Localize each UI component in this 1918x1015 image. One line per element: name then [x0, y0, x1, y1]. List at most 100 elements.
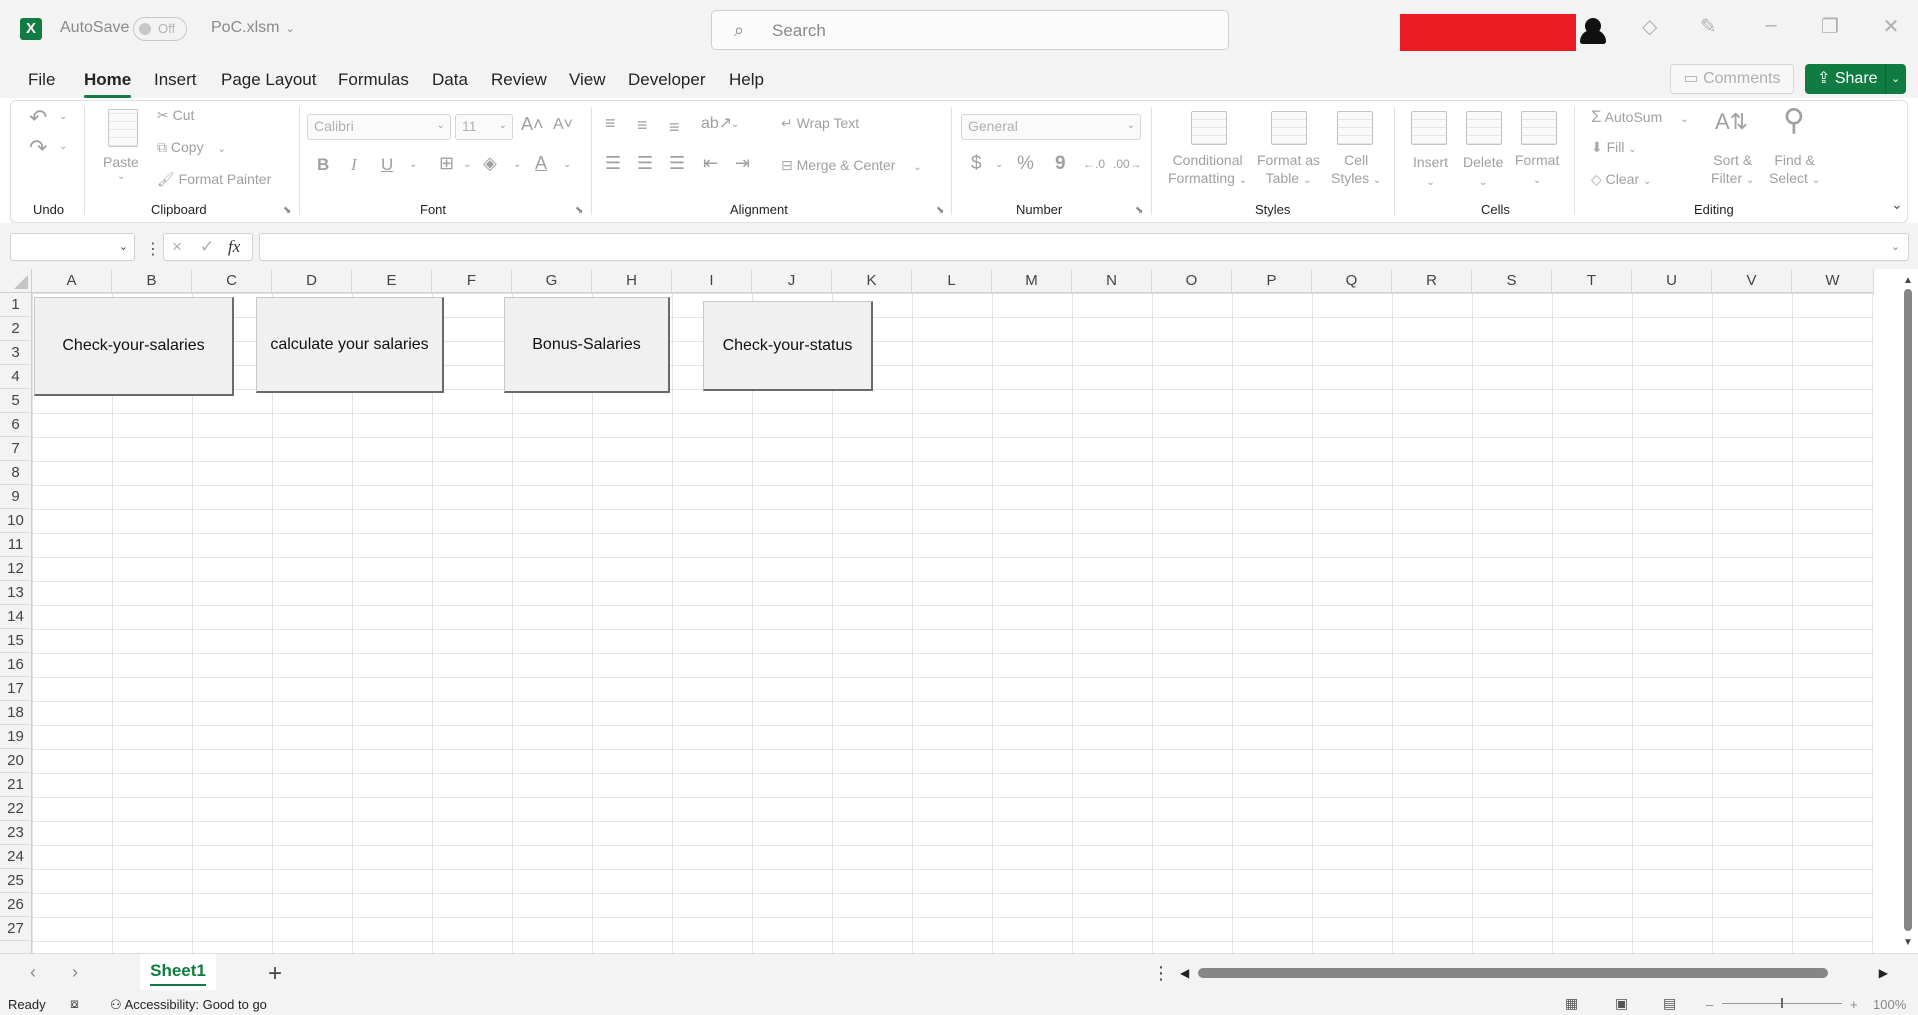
comma-button[interactable]: 9	[1055, 153, 1066, 175]
diamond-icon[interactable]: ◇	[1642, 14, 1657, 39]
insert-cells-button[interactable]: Insert ⌄	[1413, 153, 1448, 192]
enter-icon[interactable]: ✓	[200, 237, 214, 257]
align-center-icon[interactable]: ☰	[637, 153, 653, 174]
chevron-down-icon[interactable]: ⌄	[995, 159, 1003, 170]
zoom-slider-thumb[interactable]	[1781, 998, 1783, 1008]
column-header[interactable]: N	[1072, 269, 1152, 293]
increase-font-icon[interactable]: A˄	[521, 114, 544, 135]
row-header[interactable]: 10	[0, 509, 31, 533]
page-break-view-icon[interactable]: ▤	[1663, 995, 1676, 1012]
check-your-status-button[interactable]: Check-your-status	[703, 301, 873, 391]
share-button[interactable]: ⇪ Share ⌄	[1805, 64, 1906, 94]
accessibility-status[interactable]: ⚇ Accessibility: Good to go	[110, 997, 267, 1013]
align-right-icon[interactable]: ☰	[669, 153, 685, 174]
more-options-icon[interactable]: ⋮	[145, 239, 161, 259]
tab-data[interactable]: Data	[432, 70, 468, 90]
conditional-formatting-icon[interactable]	[1191, 111, 1227, 145]
zoom-in-icon[interactable]: +	[1850, 997, 1858, 1012]
redo-icon[interactable]: ↷	[29, 135, 47, 161]
tab-view[interactable]: View	[569, 70, 606, 90]
column-header[interactable]: I	[672, 269, 752, 293]
column-header[interactable]: E	[352, 269, 432, 293]
cell-styles-icon[interactable]	[1337, 111, 1373, 145]
font-name-dropdown[interactable]: Calibri ⌄	[307, 114, 451, 140]
search-box[interactable]: ⌕	[711, 10, 1229, 50]
insert-function-icon[interactable]: fx	[228, 237, 240, 257]
delete-cells-button[interactable]: Delete ⌄	[1463, 153, 1503, 192]
page-layout-view-icon[interactable]: ▣	[1615, 995, 1628, 1012]
vertical-scrollbar[interactable]: ▲ ▼	[1898, 269, 1918, 953]
tab-formulas[interactable]: Formulas	[338, 70, 409, 90]
row-header[interactable]: 4	[0, 365, 31, 389]
column-header[interactable]: L	[912, 269, 992, 293]
comments-button[interactable]: ▭ Comments	[1670, 64, 1794, 94]
row-header[interactable]: 16	[0, 653, 31, 677]
chevron-down-icon[interactable]: ⌄	[513, 159, 521, 170]
column-header[interactable]: S	[1472, 269, 1552, 293]
row-header[interactable]: 15	[0, 629, 31, 653]
expand-formula-icon[interactable]: ⌄	[1891, 240, 1900, 253]
zoom-out-icon[interactable]: –	[1706, 997, 1713, 1012]
tab-page-layout[interactable]: Page Layout	[221, 70, 316, 90]
row-header[interactable]: 27	[0, 917, 31, 941]
cancel-icon[interactable]: ×	[172, 237, 182, 257]
format-as-table-icon[interactable]	[1271, 111, 1307, 145]
restore-icon[interactable]: ❐	[1815, 14, 1845, 39]
scroll-up-icon[interactable]: ▲	[1903, 275, 1913, 286]
tab-review[interactable]: Review	[491, 70, 547, 90]
column-header[interactable]: B	[112, 269, 192, 293]
row-header[interactable]: 20	[0, 749, 31, 773]
borders-icon[interactable]: ⊞	[439, 153, 454, 174]
find-select-icon[interactable]: ⚲	[1783, 103, 1805, 138]
increase-indent-icon[interactable]: ⇥	[735, 153, 750, 174]
scroll-right-icon[interactable]: ▶	[1879, 966, 1888, 980]
decrease-indent-icon[interactable]: ⇤	[703, 153, 718, 174]
autosave-toggle[interactable]: Off	[133, 17, 187, 41]
tab-insert[interactable]: Insert	[154, 70, 197, 90]
cut-button[interactable]: ✂ Cut	[157, 107, 194, 124]
dialog-launcher-icon[interactable]: ⬊	[1135, 205, 1143, 216]
row-header[interactable]: 7	[0, 437, 31, 461]
delete-cells-icon[interactable]	[1466, 111, 1502, 145]
chevron-down-icon[interactable]: ⌄	[731, 119, 739, 130]
collapse-ribbon-icon[interactable]: ⌄	[1891, 196, 1903, 213]
column-header[interactable]: Q	[1312, 269, 1392, 293]
dialog-launcher-icon[interactable]: ⬊	[283, 205, 291, 216]
vertical-scroll-thumb[interactable]	[1904, 289, 1912, 931]
chevron-down-icon[interactable]: ⌄	[59, 141, 67, 152]
orientation-icon[interactable]: ab↗	[701, 113, 732, 133]
align-top-icon[interactable]: ≡	[605, 113, 616, 134]
column-header[interactable]: K	[832, 269, 912, 293]
chevron-down-icon[interactable]: ⌄	[59, 111, 67, 122]
macro-record-icon[interactable]: ⧇	[70, 995, 79, 1012]
row-header[interactable]: 25	[0, 869, 31, 893]
find-select-button[interactable]: Find & Select ⌄	[1769, 151, 1820, 190]
row-header[interactable]: 6	[0, 413, 31, 437]
font-size-dropdown[interactable]: 11 ⌄	[455, 114, 513, 140]
wrap-text-button[interactable]: ↵ Wrap Text	[781, 115, 859, 132]
row-header[interactable]: 24	[0, 845, 31, 869]
sort-filter-button[interactable]: Sort & Filter ⌄	[1711, 151, 1754, 190]
chevron-down-icon[interactable]: ⌄	[1891, 64, 1900, 94]
currency-button[interactable]: $	[971, 153, 982, 175]
column-header[interactable]: O	[1152, 269, 1232, 293]
chevron-down-icon[interactable]: ⌄	[563, 159, 571, 170]
align-left-icon[interactable]: ☰	[605, 153, 621, 174]
row-header[interactable]: 14	[0, 605, 31, 629]
more-options-icon[interactable]: ⋮	[1152, 963, 1170, 984]
format-cells-icon[interactable]	[1521, 111, 1557, 145]
format-cells-button[interactable]: Format ⌄	[1515, 151, 1559, 190]
row-header[interactable]: 22	[0, 797, 31, 821]
align-bottom-icon[interactable]: ≡	[669, 117, 680, 138]
row-header[interactable]: 19	[0, 725, 31, 749]
font-color-icon[interactable]: A	[535, 153, 547, 174]
formula-input[interactable]: ⌄	[259, 233, 1909, 261]
fill-button[interactable]: ⬇ Fill ⌄	[1591, 139, 1637, 156]
chevron-down-icon[interactable]: ⌄	[119, 240, 128, 253]
bold-button[interactable]: B	[317, 155, 329, 175]
row-header[interactable]: 8	[0, 461, 31, 485]
sheet-tab-sheet1[interactable]: Sheet1	[140, 954, 216, 990]
number-format-dropdown[interactable]: General ⌄	[961, 114, 1141, 140]
sort-filter-icon[interactable]: A⇅	[1715, 109, 1748, 135]
row-header[interactable]: 17	[0, 677, 31, 701]
